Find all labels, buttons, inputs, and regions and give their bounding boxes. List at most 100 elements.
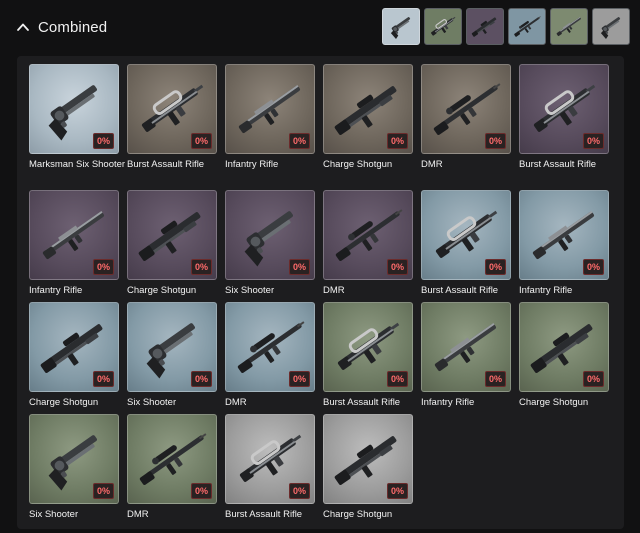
thumb-sand[interactable] bbox=[424, 8, 462, 45]
weapon-card[interactable]: 0% Charge Shotgun bbox=[29, 302, 127, 409]
weapon-card[interactable]: 0% Infantry Rifle bbox=[519, 190, 617, 297]
weapon-name: DMR bbox=[127, 509, 149, 520]
weapon-card[interactable]: 0% Marksman Six Shooter bbox=[29, 64, 127, 171]
weapon-card[interactable]: 0% Infantry Rifle bbox=[421, 302, 519, 409]
weapon-thumbnail-icon bbox=[514, 16, 541, 37]
weapon-name: Charge Shotgun bbox=[323, 509, 393, 520]
weapon-name: Burst Assault Rifle bbox=[323, 397, 401, 408]
progress-badge: 0% bbox=[484, 259, 506, 275]
weapon-image: 0% bbox=[519, 190, 609, 280]
weapon-image: 0% bbox=[127, 414, 217, 504]
weapon-card[interactable]: 0% Charge Shotgun bbox=[127, 190, 225, 297]
progress-badge: 0% bbox=[386, 133, 408, 149]
weapon-image: 0% bbox=[127, 64, 217, 154]
collapse-toggle[interactable]: Combined bbox=[16, 14, 107, 40]
weapon-card[interactable]: 0% DMR bbox=[127, 414, 225, 521]
weapon-card[interactable]: 0% Burst Assault Rifle bbox=[421, 190, 519, 297]
weapon-image: 0% bbox=[225, 64, 315, 154]
progress-badge: 0% bbox=[190, 371, 212, 387]
weapon-name: Infantry Rifle bbox=[29, 285, 83, 296]
weapon-thumbnail-icon bbox=[556, 16, 581, 37]
weapon-name: Six Shooter bbox=[29, 509, 79, 520]
progress-badge: 0% bbox=[386, 371, 408, 387]
weapon-card[interactable]: 0% Burst Assault Rifle bbox=[323, 302, 421, 409]
weapon-image: 0% bbox=[29, 190, 119, 280]
weapon-name: Marksman Six Shooter bbox=[29, 159, 126, 170]
progress-badge: 0% bbox=[288, 483, 310, 499]
weapon-card[interactable]: 0% Burst Assault Rifle bbox=[519, 64, 617, 171]
thumb-silver[interactable] bbox=[592, 8, 630, 45]
weapon-name: Six Shooter bbox=[127, 397, 177, 408]
weapon-name: Charge Shotgun bbox=[519, 397, 589, 408]
progress-badge: 0% bbox=[190, 259, 212, 275]
thumb-steel[interactable] bbox=[508, 8, 546, 45]
thumb-slate[interactable] bbox=[382, 8, 420, 45]
weapon-name: Infantry Rifle bbox=[225, 159, 279, 170]
weapon-name: Burst Assault Rifle bbox=[519, 159, 597, 170]
weapon-card[interactable]: 0% Charge Shotgun bbox=[323, 414, 421, 521]
weapon-name: DMR bbox=[323, 285, 345, 296]
progress-badge: 0% bbox=[288, 133, 310, 149]
weapon-card[interactable]: 0% Infantry Rifle bbox=[225, 64, 323, 171]
weapon-card[interactable]: 0% Burst Assault Rifle bbox=[127, 64, 225, 171]
weapon-name: Infantry Rifle bbox=[421, 397, 475, 408]
progress-badge: 0% bbox=[386, 483, 408, 499]
progress-badge: 0% bbox=[484, 371, 506, 387]
progress-badge: 0% bbox=[92, 259, 114, 275]
weapon-image: 0% bbox=[421, 64, 511, 154]
weapon-image: 0% bbox=[127, 302, 217, 392]
chevron-up-icon bbox=[17, 23, 29, 31]
weapon-name: Charge Shotgun bbox=[323, 159, 393, 170]
weapon-card[interactable]: 0% Six Shooter bbox=[225, 190, 323, 297]
section-header: Combined bbox=[0, 0, 640, 56]
weapon-image: 0% bbox=[29, 414, 119, 504]
progress-badge: 0% bbox=[92, 133, 114, 149]
progress-badge: 0% bbox=[92, 371, 114, 387]
weapon-image: 0% bbox=[29, 64, 119, 154]
weapon-image: 0% bbox=[323, 414, 413, 504]
progress-badge: 0% bbox=[484, 133, 506, 149]
weapon-image: 0% bbox=[29, 302, 119, 392]
weapon-thumbnail-icon bbox=[390, 17, 411, 40]
weapon-thumbnail-icon bbox=[471, 17, 497, 37]
weapon-image: 0% bbox=[127, 190, 217, 280]
section-title: Combined bbox=[38, 18, 108, 36]
progress-badge: 0% bbox=[582, 371, 604, 387]
weapon-name: Burst Assault Rifle bbox=[127, 159, 205, 170]
app-frame: Combined 0% Marksman Six Shooter 0% Burs… bbox=[0, 0, 640, 533]
weapon-name: Burst Assault Rifle bbox=[225, 509, 303, 520]
weapon-card[interactable]: 0% Six Shooter bbox=[29, 414, 127, 521]
weapon-card[interactable]: 0% DMR bbox=[421, 64, 519, 171]
thumb-sage[interactable] bbox=[550, 8, 588, 45]
progress-badge: 0% bbox=[386, 259, 408, 275]
weapon-image: 0% bbox=[323, 302, 413, 392]
weapon-card[interactable]: 0% Infantry Rifle bbox=[29, 190, 127, 297]
weapon-image: 0% bbox=[421, 302, 511, 392]
progress-badge: 0% bbox=[582, 133, 604, 149]
weapon-card[interactable]: 0% Six Shooter bbox=[127, 302, 225, 409]
weapon-card[interactable]: 0% Charge Shotgun bbox=[323, 64, 421, 171]
weapon-name: Charge Shotgun bbox=[127, 285, 197, 296]
weapon-image: 0% bbox=[323, 190, 413, 280]
progress-badge: 0% bbox=[288, 371, 310, 387]
weapon-card[interactable]: 0% DMR bbox=[323, 190, 421, 297]
weapon-card[interactable]: 0% Burst Assault Rifle bbox=[225, 414, 323, 521]
style-thumbnail-strip bbox=[382, 8, 630, 45]
weapon-name: DMR bbox=[225, 397, 247, 408]
progress-badge: 0% bbox=[288, 259, 310, 275]
weapon-card[interactable]: 0% Charge Shotgun bbox=[519, 302, 617, 409]
weapon-name: DMR bbox=[421, 159, 443, 170]
weapon-name: Infantry Rifle bbox=[519, 285, 573, 296]
weapon-image: 0% bbox=[519, 64, 609, 154]
progress-badge: 0% bbox=[190, 483, 212, 499]
thumb-plum[interactable] bbox=[466, 8, 504, 45]
weapon-image: 0% bbox=[323, 64, 413, 154]
weapon-image: 0% bbox=[225, 414, 315, 504]
progress-badge: 0% bbox=[92, 483, 114, 499]
weapon-image: 0% bbox=[421, 190, 511, 280]
weapon-image: 0% bbox=[225, 302, 315, 392]
progress-badge: 0% bbox=[582, 259, 604, 275]
weapon-name: Six Shooter bbox=[225, 285, 275, 296]
weapon-card[interactable]: 0% DMR bbox=[225, 302, 323, 409]
weapon-name: Burst Assault Rifle bbox=[421, 285, 499, 296]
